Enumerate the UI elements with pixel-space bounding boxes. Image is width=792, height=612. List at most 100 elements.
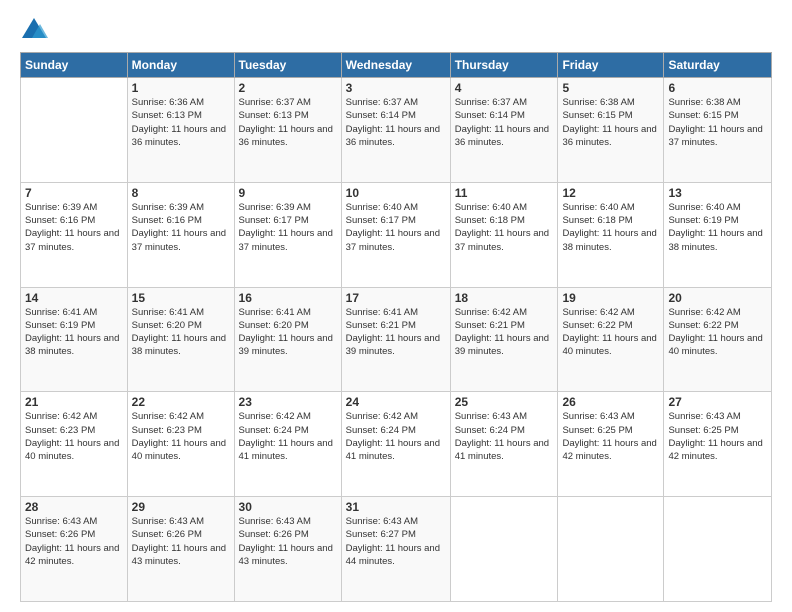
day-header: Saturday	[664, 53, 772, 78]
day-number: 9	[239, 186, 337, 200]
calendar-cell: 30Sunrise: 6:43 AMSunset: 6:26 PMDayligh…	[234, 497, 341, 602]
day-info: Sunrise: 6:43 AMSunset: 6:24 PMDaylight:…	[455, 410, 554, 463]
day-info: Sunrise: 6:38 AMSunset: 6:15 PMDaylight:…	[562, 96, 659, 149]
day-info: Sunrise: 6:42 AMSunset: 6:22 PMDaylight:…	[562, 306, 659, 359]
calendar-cell	[558, 497, 664, 602]
calendar: SundayMondayTuesdayWednesdayThursdayFrid…	[20, 52, 772, 602]
day-info: Sunrise: 6:43 AMSunset: 6:26 PMDaylight:…	[25, 515, 123, 568]
calendar-cell: 28Sunrise: 6:43 AMSunset: 6:26 PMDayligh…	[21, 497, 128, 602]
calendar-cell: 17Sunrise: 6:41 AMSunset: 6:21 PMDayligh…	[341, 287, 450, 392]
calendar-cell: 7Sunrise: 6:39 AMSunset: 6:16 PMDaylight…	[21, 182, 128, 287]
day-info: Sunrise: 6:37 AMSunset: 6:14 PMDaylight:…	[455, 96, 554, 149]
calendar-cell: 21Sunrise: 6:42 AMSunset: 6:23 PMDayligh…	[21, 392, 128, 497]
day-info: Sunrise: 6:39 AMSunset: 6:17 PMDaylight:…	[239, 201, 337, 254]
day-info: Sunrise: 6:42 AMSunset: 6:23 PMDaylight:…	[132, 410, 230, 463]
calendar-cell: 16Sunrise: 6:41 AMSunset: 6:20 PMDayligh…	[234, 287, 341, 392]
calendar-cell: 3Sunrise: 6:37 AMSunset: 6:14 PMDaylight…	[341, 78, 450, 183]
calendar-cell: 18Sunrise: 6:42 AMSunset: 6:21 PMDayligh…	[450, 287, 558, 392]
calendar-cell: 23Sunrise: 6:42 AMSunset: 6:24 PMDayligh…	[234, 392, 341, 497]
calendar-cell: 24Sunrise: 6:42 AMSunset: 6:24 PMDayligh…	[341, 392, 450, 497]
day-number: 11	[455, 186, 554, 200]
day-number: 19	[562, 291, 659, 305]
day-number: 13	[668, 186, 767, 200]
day-number: 4	[455, 81, 554, 95]
calendar-cell: 20Sunrise: 6:42 AMSunset: 6:22 PMDayligh…	[664, 287, 772, 392]
day-number: 2	[239, 81, 337, 95]
day-header: Tuesday	[234, 53, 341, 78]
logo-icon	[20, 16, 48, 44]
calendar-week-row: 28Sunrise: 6:43 AMSunset: 6:26 PMDayligh…	[21, 497, 772, 602]
calendar-cell: 2Sunrise: 6:37 AMSunset: 6:13 PMDaylight…	[234, 78, 341, 183]
day-info: Sunrise: 6:42 AMSunset: 6:24 PMDaylight:…	[346, 410, 446, 463]
day-number: 7	[25, 186, 123, 200]
day-info: Sunrise: 6:41 AMSunset: 6:20 PMDaylight:…	[239, 306, 337, 359]
calendar-cell	[450, 497, 558, 602]
day-header: Friday	[558, 53, 664, 78]
day-info: Sunrise: 6:40 AMSunset: 6:18 PMDaylight:…	[562, 201, 659, 254]
day-info: Sunrise: 6:42 AMSunset: 6:22 PMDaylight:…	[668, 306, 767, 359]
day-info: Sunrise: 6:40 AMSunset: 6:17 PMDaylight:…	[346, 201, 446, 254]
day-info: Sunrise: 6:37 AMSunset: 6:13 PMDaylight:…	[239, 96, 337, 149]
calendar-header-row: SundayMondayTuesdayWednesdayThursdayFrid…	[21, 53, 772, 78]
day-info: Sunrise: 6:38 AMSunset: 6:15 PMDaylight:…	[668, 96, 767, 149]
day-number: 8	[132, 186, 230, 200]
day-info: Sunrise: 6:40 AMSunset: 6:18 PMDaylight:…	[455, 201, 554, 254]
page: SundayMondayTuesdayWednesdayThursdayFrid…	[0, 0, 792, 612]
calendar-cell: 5Sunrise: 6:38 AMSunset: 6:15 PMDaylight…	[558, 78, 664, 183]
day-number: 22	[132, 395, 230, 409]
calendar-cell: 4Sunrise: 6:37 AMSunset: 6:14 PMDaylight…	[450, 78, 558, 183]
day-info: Sunrise: 6:43 AMSunset: 6:25 PMDaylight:…	[668, 410, 767, 463]
day-number: 3	[346, 81, 446, 95]
calendar-week-row: 7Sunrise: 6:39 AMSunset: 6:16 PMDaylight…	[21, 182, 772, 287]
day-number: 12	[562, 186, 659, 200]
day-number: 5	[562, 81, 659, 95]
day-info: Sunrise: 6:41 AMSunset: 6:21 PMDaylight:…	[346, 306, 446, 359]
day-info: Sunrise: 6:40 AMSunset: 6:19 PMDaylight:…	[668, 201, 767, 254]
calendar-cell: 8Sunrise: 6:39 AMSunset: 6:16 PMDaylight…	[127, 182, 234, 287]
day-info: Sunrise: 6:41 AMSunset: 6:19 PMDaylight:…	[25, 306, 123, 359]
calendar-week-row: 14Sunrise: 6:41 AMSunset: 6:19 PMDayligh…	[21, 287, 772, 392]
calendar-cell: 22Sunrise: 6:42 AMSunset: 6:23 PMDayligh…	[127, 392, 234, 497]
calendar-cell: 10Sunrise: 6:40 AMSunset: 6:17 PMDayligh…	[341, 182, 450, 287]
day-info: Sunrise: 6:43 AMSunset: 6:26 PMDaylight:…	[132, 515, 230, 568]
calendar-week-row: 21 Sunrise: 6:42 AMSunset: 6:23 PMDayligh…	[21, 392, 772, 497]
calendar-cell	[664, 497, 772, 602]
calendar-cell: 11Sunrise: 6:40 AMSunset: 6:18 PMDayligh…	[450, 182, 558, 287]
header	[20, 16, 772, 44]
calendar-cell: 26Sunrise: 6:43 AMSunset: 6:25 PMDayligh…	[558, 392, 664, 497]
day-info: Sunrise: 6:42 AMSunset: 6:21 PMDaylight:…	[455, 306, 554, 359]
day-info: Sunrise: 6:37 AMSunset: 6:14 PMDaylight:…	[346, 96, 446, 149]
calendar-cell: 15Sunrise: 6:41 AMSunset: 6:20 PMDayligh…	[127, 287, 234, 392]
day-header: Sunday	[21, 53, 128, 78]
day-number: 17	[346, 291, 446, 305]
day-info: Sunrise: 6:39 AMSunset: 6:16 PMDaylight:…	[132, 201, 230, 254]
calendar-cell: 13Sunrise: 6:40 AMSunset: 6:19 PMDayligh…	[664, 182, 772, 287]
day-number: 29	[132, 500, 230, 514]
day-number: 14	[25, 291, 123, 305]
day-number: 31	[346, 500, 446, 514]
day-info: Sunrise: 6:43 AMSunset: 6:25 PMDaylight:…	[562, 410, 659, 463]
calendar-cell: 25Sunrise: 6:43 AMSunset: 6:24 PMDayligh…	[450, 392, 558, 497]
day-number: 10	[346, 186, 446, 200]
day-info: Sunrise: 6:41 AMSunset: 6:20 PMDaylight:…	[132, 306, 230, 359]
calendar-cell: 9Sunrise: 6:39 AMSunset: 6:17 PMDaylight…	[234, 182, 341, 287]
day-number: 26	[562, 395, 659, 409]
calendar-cell: 14Sunrise: 6:41 AMSunset: 6:19 PMDayligh…	[21, 287, 128, 392]
day-info: Sunrise: 6:43 AMSunset: 6:26 PMDaylight:…	[239, 515, 337, 568]
day-number: 18	[455, 291, 554, 305]
day-number: 21	[25, 395, 123, 409]
day-number: 1	[132, 81, 230, 95]
day-number: 6	[668, 81, 767, 95]
calendar-cell: 31Sunrise: 6:43 AMSunset: 6:27 PMDayligh…	[341, 497, 450, 602]
day-header: Thursday	[450, 53, 558, 78]
calendar-cell: 19Sunrise: 6:42 AMSunset: 6:22 PMDayligh…	[558, 287, 664, 392]
logo	[20, 16, 52, 44]
calendar-week-row: 1Sunrise: 6:36 AMSunset: 6:13 PMDaylight…	[21, 78, 772, 183]
day-number: 15	[132, 291, 230, 305]
calendar-cell: 6Sunrise: 6:38 AMSunset: 6:15 PMDaylight…	[664, 78, 772, 183]
day-info: Sunrise: 6:39 AMSunset: 6:16 PMDaylight:…	[25, 201, 123, 254]
day-number: 16	[239, 291, 337, 305]
calendar-cell: 12Sunrise: 6:40 AMSunset: 6:18 PMDayligh…	[558, 182, 664, 287]
day-number: 25	[455, 395, 554, 409]
day-number: 28	[25, 500, 123, 514]
